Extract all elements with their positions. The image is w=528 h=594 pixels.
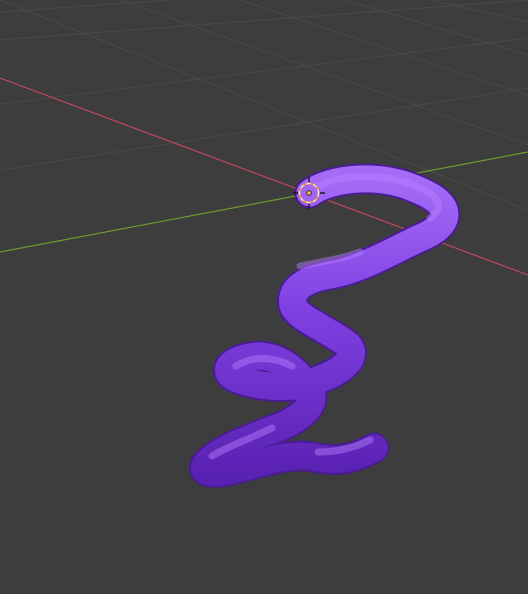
3d-viewport[interactable] xyxy=(0,0,528,594)
x-axis-line xyxy=(0,77,528,276)
origin-point-icon xyxy=(306,190,312,196)
viewport-canvas[interactable] xyxy=(0,0,528,594)
floor-grid xyxy=(0,0,528,211)
curve-tube-object[interactable] xyxy=(191,165,459,486)
